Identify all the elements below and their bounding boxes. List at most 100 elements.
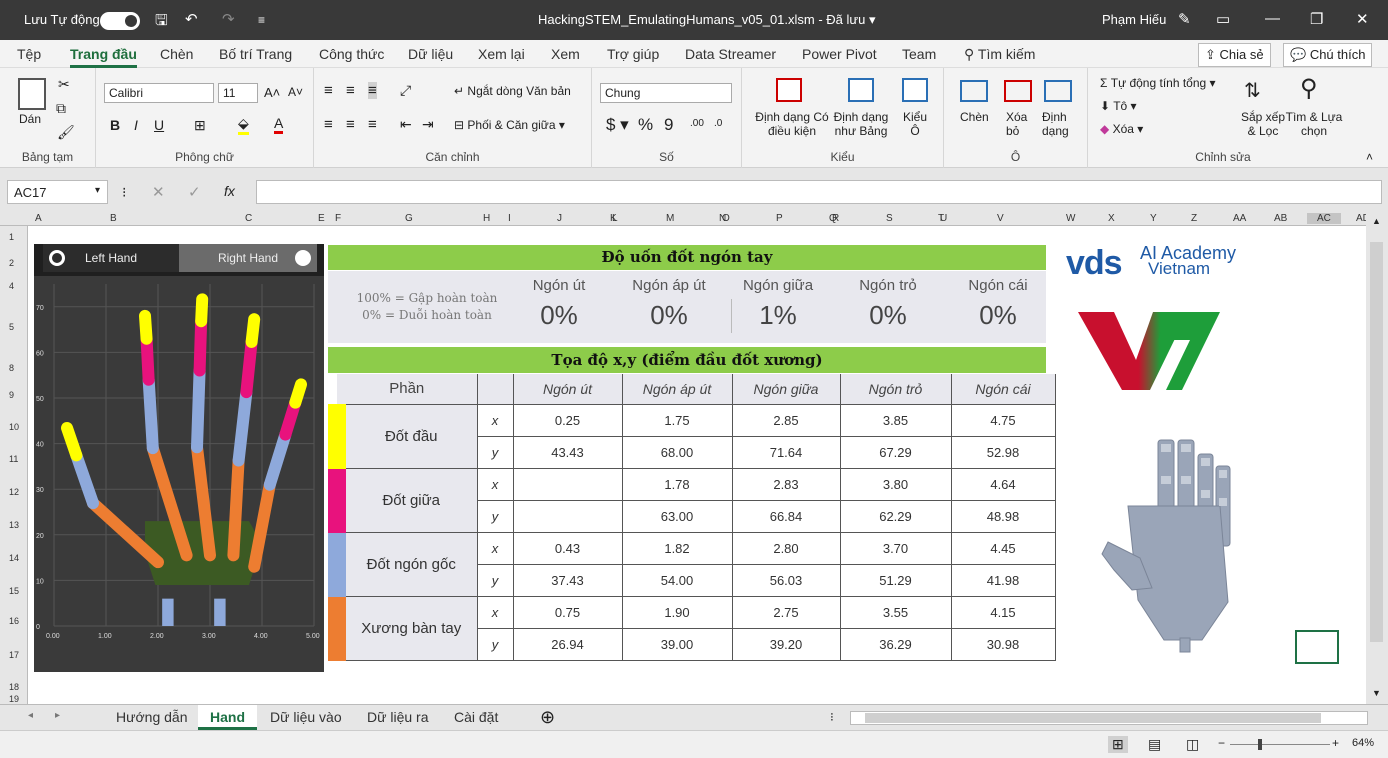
row-header[interactable]: 14 xyxy=(9,553,19,563)
column-header[interactable]: AC xyxy=(1307,213,1341,224)
find-icon[interactable]: ⚲ xyxy=(1300,74,1318,103)
hand-toggle[interactable]: Left Hand Right Hand xyxy=(43,244,317,272)
value-cell[interactable]: 2.75 xyxy=(732,596,841,629)
axis-cell[interactable]: x xyxy=(477,596,514,629)
vertical-scrollbar[interactable]: ▲ ▼ xyxy=(1366,212,1388,704)
copy-icon[interactable]: ⧉ xyxy=(56,100,66,117)
fill-color-icon[interactable]: ⬙ xyxy=(238,115,249,135)
sheet-tab-hand[interactable]: Hand xyxy=(198,705,257,730)
left-hand-option[interactable]: Left Hand xyxy=(43,244,179,272)
scroll-thumb[interactable] xyxy=(1370,242,1383,642)
sheet-tab-settings[interactable]: Cài đặt xyxy=(442,705,510,730)
add-sheet-icon[interactable]: ⊕ xyxy=(540,707,555,728)
value-cell[interactable]: 1.90 xyxy=(622,596,733,629)
row-header[interactable]: 17 xyxy=(9,650,19,660)
value-cell[interactable]: 1.82 xyxy=(622,532,733,565)
zoom-out-icon[interactable]: − xyxy=(1218,736,1225,750)
value-cell[interactable]: 0.25 xyxy=(513,404,623,437)
increase-font-icon[interactable]: A˄ xyxy=(264,85,280,100)
value-cell[interactable]: 41.98 xyxy=(951,564,1056,597)
value-cell[interactable]: 63.00 xyxy=(622,500,733,533)
italic-button[interactable]: I xyxy=(134,117,138,133)
share-button[interactable]: ⇪ Chia sẻ xyxy=(1198,43,1271,67)
wrap-text-button[interactable]: ↵ Ngắt dòng Văn bản xyxy=(454,84,571,98)
decrease-font-icon[interactable]: A˅ xyxy=(288,85,303,99)
pen-icon[interactable]: ✎ xyxy=(1178,10,1191,28)
row-header[interactable]: 11 xyxy=(9,454,18,464)
row-header[interactable]: 1 xyxy=(9,232,14,242)
align-right-icon[interactable]: ≡ xyxy=(368,116,377,133)
merge-center-button[interactable]: ⊟ Phối & Căn giữa ▾ xyxy=(454,118,565,132)
restore-icon[interactable]: ❐ xyxy=(1310,10,1323,28)
row-header[interactable]: 10 xyxy=(9,422,19,432)
row-header[interactable]: 4 xyxy=(9,281,14,291)
align-left-icon[interactable]: ≡ xyxy=(324,116,333,133)
tab-split-icon[interactable]: ⁝ xyxy=(830,710,834,724)
column-header[interactable]: J xyxy=(557,213,562,224)
column-header[interactable]: AB xyxy=(1274,213,1287,224)
value-cell[interactable]: 62.29 xyxy=(840,500,952,533)
axis-cell[interactable]: x xyxy=(477,404,514,437)
tab-help[interactable]: Trợ giúp xyxy=(607,46,659,62)
value-cell[interactable]: 2.80 xyxy=(732,532,841,565)
axis-cell[interactable]: y xyxy=(477,564,514,597)
value-cell[interactable]: 26.94 xyxy=(513,628,623,661)
tab-scroll-left-icon[interactable]: ◂ xyxy=(28,710,33,721)
horizontal-scrollbar[interactable] xyxy=(850,711,1368,725)
row-header[interactable]: 5 xyxy=(9,322,14,332)
save-icon[interactable]: 🖫 xyxy=(155,10,168,35)
sheet-tab-input[interactable]: Dữ liệu vào xyxy=(258,705,354,730)
number-format-select[interactable]: Chung xyxy=(600,83,732,103)
column-header[interactable]: AA xyxy=(1233,213,1246,224)
sheet-tab-guide[interactable]: Hướng dẫn xyxy=(104,705,199,730)
format-painter-icon[interactable]: 🖌 xyxy=(57,124,75,141)
collapse-ribbon-icon[interactable]: ˄ xyxy=(1366,150,1373,164)
column-header[interactable]: C xyxy=(245,213,252,224)
minimize-icon[interactable]: — xyxy=(1265,10,1280,27)
value-cell[interactable]: 3.55 xyxy=(840,596,952,629)
value-cell[interactable]: 1.78 xyxy=(622,468,733,501)
axis-cell[interactable]: y xyxy=(477,628,514,661)
zoom-in-icon[interactable]: + xyxy=(1332,736,1339,750)
format-button[interactable]: Định dạng xyxy=(1042,110,1082,138)
fill-button[interactable]: ⬇ Tô ▾ xyxy=(1100,99,1137,113)
insert-button[interactable]: Chèn xyxy=(960,110,989,124)
row-header[interactable]: 8 xyxy=(9,363,14,373)
value-cell[interactable] xyxy=(513,500,623,533)
value-cell[interactable]: 4.75 xyxy=(951,404,1056,437)
row-header[interactable]: 19 xyxy=(9,694,19,704)
axis-cell[interactable]: y xyxy=(477,436,514,469)
align-top-icon[interactable]: ≡ xyxy=(324,82,333,99)
column-header[interactable]: Z xyxy=(1191,213,1197,224)
tab-insert[interactable]: Chèn xyxy=(160,46,193,62)
paste-button[interactable]: Dán xyxy=(19,112,41,126)
value-cell[interactable]: 37.43 xyxy=(513,564,623,597)
search-box[interactable]: ⚲ Tìm kiếm xyxy=(964,46,1035,63)
part-cell[interactable]: Xương bàn tay xyxy=(328,596,478,661)
column-header[interactable]: Y xyxy=(1150,213,1157,224)
tab-page-layout[interactable]: Bố trí Trang xyxy=(219,46,292,62)
value-cell[interactable]: 68.00 xyxy=(622,436,733,469)
axis-cell[interactable]: x xyxy=(477,532,514,565)
namebox-dropdown-icon[interactable]: ▾ xyxy=(95,185,100,196)
increase-indent-icon[interactable]: ⇥ xyxy=(422,116,434,133)
sort-filter-icon[interactable]: ⇅ xyxy=(1244,78,1261,103)
value-cell[interactable]: 52.98 xyxy=(951,436,1056,469)
page-layout-icon[interactable]: ▤ xyxy=(1148,736,1161,753)
autosum-button[interactable]: Σ Tự động tính tổng ▾ xyxy=(1100,76,1216,90)
value-cell[interactable]: 66.84 xyxy=(732,500,841,533)
orientation-icon[interactable]: ⤢ xyxy=(400,82,411,99)
delete-cells-icon[interactable] xyxy=(1004,80,1032,102)
column-header[interactable]: W xyxy=(1066,213,1075,224)
tab-team[interactable]: Team xyxy=(902,46,936,62)
underline-button[interactable]: U xyxy=(154,117,164,133)
normal-view-icon[interactable]: ⊞ xyxy=(1108,736,1128,753)
comma-icon[interactable]: 9 xyxy=(664,115,673,135)
customize-qat-icon[interactable]: ≡ xyxy=(258,13,265,27)
row-header[interactable]: 12 xyxy=(9,487,19,497)
value-cell[interactable]: 56.03 xyxy=(732,564,841,597)
format-as-table-button[interactable]: Định dạng như Bảng xyxy=(828,110,894,138)
cell-styles-icon[interactable] xyxy=(902,78,928,102)
bold-button[interactable]: B xyxy=(110,117,120,133)
decrease-decimal-icon[interactable]: .0 xyxy=(714,118,722,129)
